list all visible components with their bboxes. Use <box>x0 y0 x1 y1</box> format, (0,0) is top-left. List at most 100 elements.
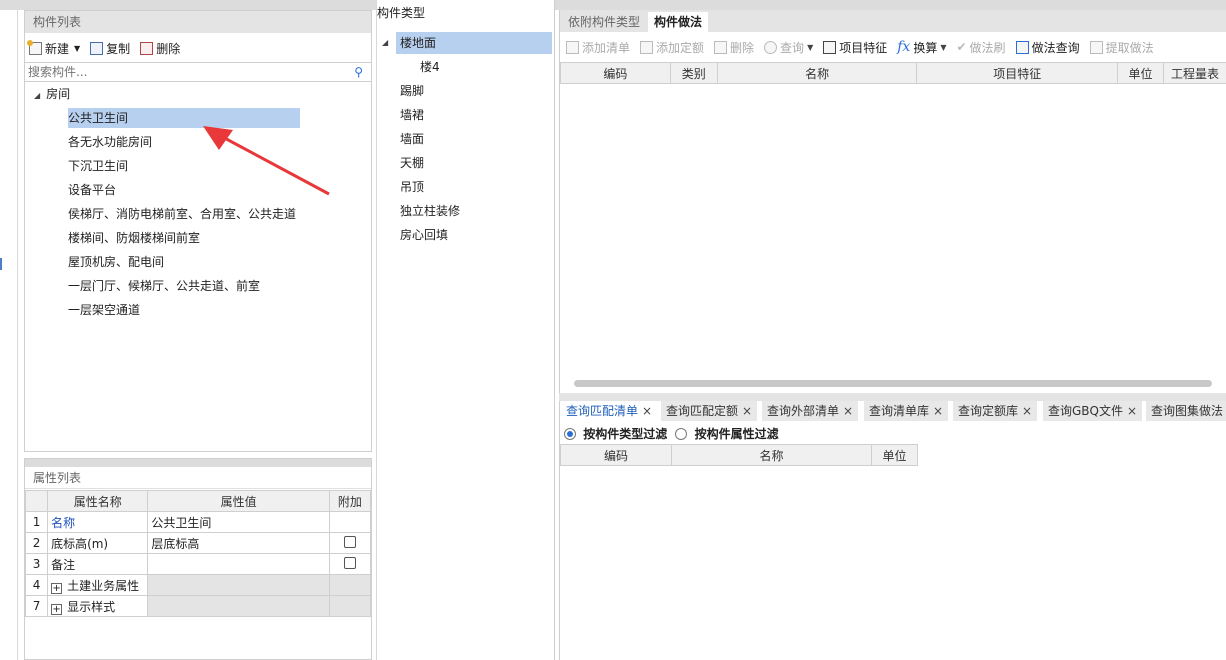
tree-item[interactable]: 各无水功能房间 <box>68 132 152 152</box>
filter-by-attribute-label[interactable]: 按构件属性过滤 <box>695 427 779 441</box>
methods-toolbar: 添加清单 添加定额 删除 查询 ▼ 项目特征 fx 换算 ▼ ✔ 做法刷 做法查询 提取… <box>566 38 1226 56</box>
filter-by-attribute-radio[interactable] <box>675 428 688 440</box>
new-file-icon <box>27 39 42 55</box>
type-item[interactable]: 独立柱装修 <box>400 200 460 222</box>
tab-component-method[interactable]: 构件做法 <box>648 12 709 32</box>
tree-item[interactable]: 楼梯间、防烟楼梯间前室 <box>68 228 200 248</box>
tab-attached-component-type[interactable]: 依附构件类型 <box>564 12 644 32</box>
expand-plus-icon[interactable]: + <box>51 582 63 594</box>
arrow-shaft <box>216 132 330 196</box>
tree-item[interactable]: 屋顶机房、配电间 <box>68 252 164 272</box>
header-item-feature: 项目特征 <box>916 62 1119 84</box>
query-icon <box>764 40 778 54</box>
property-name: 显示样式 <box>67 599 116 614</box>
add-bill-button[interactable]: 添加清单 <box>566 39 630 56</box>
close-icon[interactable]: × <box>933 404 943 418</box>
type-item[interactable]: 吊顶 <box>400 176 424 198</box>
item-feature-button[interactable]: 项目特征 <box>823 39 887 56</box>
search-input[interactable] <box>25 63 345 81</box>
type-item-floor[interactable]: 楼地面 <box>396 32 552 54</box>
tab-query-match-bill[interactable]: 查询匹配清单 × <box>561 401 658 421</box>
red-arrow-annotation <box>203 126 330 196</box>
tab-query-atlas-method[interactable]: 查询图集做法 <box>1146 401 1226 421</box>
header-property-value: 属性值 <box>147 490 330 512</box>
convert-button[interactable]: fx 换算 ▼ <box>897 39 946 56</box>
property-row[interactable]: 3 备注 <box>24 553 372 575</box>
header-code: 编码 <box>560 444 672 466</box>
property-value[interactable]: 公共卫生间 <box>147 511 330 533</box>
methods-tab-bar: 依附构件类型 构件做法 <box>560 10 1226 32</box>
query-panel-top-border <box>559 393 1226 401</box>
header-unit: 单位 <box>871 444 918 466</box>
collapse-triangle-icon[interactable]: ◢ <box>382 38 388 47</box>
methods-table-header: 编码 类别 名称 项目特征 单位 工程量表 <box>560 62 1226 84</box>
property-list-panel: 属性列表 属性名称 属性值 附加 1 名称 公共卫生间 2 底标高(m) 层底标… <box>24 458 372 660</box>
tree-item[interactable]: 侯梯厅、消防电梯前室、合用室、公共走道 <box>68 204 296 224</box>
close-icon[interactable]: × <box>1127 404 1137 418</box>
property-name: 备注 <box>47 553 149 575</box>
tab-query-bill-library[interactable]: 查询清单库 × <box>864 401 949 421</box>
tree-item[interactable]: 设备平台 <box>68 180 116 200</box>
search-icon[interactable]: ⚲ <box>354 65 363 79</box>
filter-by-type-label[interactable]: 按构件类型过滤 <box>583 427 667 441</box>
add-quota-button[interactable]: 添加定额 <box>640 39 704 56</box>
component-toolbar: 新建 ▼ 复制 删除 <box>27 39 190 57</box>
property-row[interactable]: 1 名称 公共卫生间 <box>24 511 372 533</box>
property-name: 底标高(m) <box>47 532 149 554</box>
copy-button[interactable]: 复制 <box>90 40 130 57</box>
tree-item[interactable]: 下沉卫生间 <box>68 156 128 176</box>
tab-query-external-bill[interactable]: 查询外部清单 × <box>762 401 859 421</box>
tree-item[interactable]: 一层架空通道 <box>68 300 140 320</box>
type-item[interactable]: 墙面 <box>400 128 424 150</box>
horizontal-scrollbar[interactable] <box>574 380 1212 387</box>
arrow-head <box>203 126 233 150</box>
tab-query-quota-library[interactable]: 查询定额库 × <box>953 401 1038 421</box>
header-name: 名称 <box>716 62 918 84</box>
close-icon[interactable]: × <box>642 404 652 418</box>
expand-plus-icon[interactable]: + <box>51 603 63 615</box>
property-name: 土建业务属性 <box>67 578 140 593</box>
methods-delete-button[interactable]: 删除 <box>714 39 754 56</box>
property-row[interactable]: 4 + 土建业务属性 <box>24 574 372 596</box>
item-feature-icon <box>823 40 837 54</box>
method-brush-button[interactable]: ✔ 做法刷 <box>956 39 1005 56</box>
collapse-triangle-icon[interactable]: ◢ <box>34 91 40 100</box>
query-button[interactable]: 查询 ▼ <box>764 39 813 56</box>
type-item[interactable]: 墙裙 <box>400 104 424 126</box>
extract-method-icon <box>1089 40 1103 54</box>
delete-button[interactable]: 删除 <box>140 40 180 57</box>
close-icon[interactable]: × <box>843 404 853 418</box>
property-row[interactable]: 2 底标高(m) 层底标高 <box>24 532 372 554</box>
tab-query-gbq-file[interactable]: 查询GBQ文件 × <box>1043 401 1143 421</box>
method-query-button[interactable]: 做法查询 <box>1015 39 1080 56</box>
method-query-icon <box>1015 40 1029 54</box>
add-bill-icon <box>566 40 579 54</box>
tree-item[interactable]: 一层门厅、候梯厅、公共走道、前室 <box>68 276 260 296</box>
attach-checkbox[interactable] <box>343 535 356 548</box>
new-button[interactable]: 新建 ▼ <box>27 39 80 57</box>
header-code: 编码 <box>560 62 671 84</box>
tab-query-match-quota[interactable]: 查询匹配定额 × <box>661 401 758 421</box>
type-item[interactable]: 踢脚 <box>400 80 424 102</box>
tree-root[interactable]: ◢ 房间 <box>34 84 70 104</box>
property-value[interactable] <box>147 553 330 575</box>
type-item-floor4[interactable]: 楼4 <box>420 56 440 78</box>
filter-by-type-radio[interactable] <box>564 428 576 440</box>
search-box: ⚲ <box>25 62 371 82</box>
query-dropdown-icon: ▼ <box>807 42 814 52</box>
close-icon[interactable]: × <box>1022 404 1032 418</box>
property-top-bar <box>25 459 371 467</box>
query-table-header: 编码 名称 单位 <box>560 444 918 466</box>
property-table: 属性名称 属性值 附加 1 名称 公共卫生间 2 底标高(m) 层底标高 3 备… <box>24 490 372 617</box>
header-property-name: 属性名称 <box>47 490 149 512</box>
attach-checkbox[interactable] <box>343 556 356 569</box>
extract-method-button[interactable]: 提取做法 <box>1089 39 1154 56</box>
type-item[interactable]: 房心回填 <box>400 224 448 246</box>
property-value[interactable]: 层底标高 <box>147 532 330 554</box>
property-row[interactable]: 7 + 显示样式 <box>24 595 372 617</box>
left-edge-marker <box>0 258 2 270</box>
header-quantity-expr: 工程量表 <box>1162 62 1226 84</box>
close-icon[interactable]: × <box>742 404 752 418</box>
fx-icon: fx <box>897 39 911 55</box>
type-item[interactable]: 天棚 <box>400 152 424 174</box>
